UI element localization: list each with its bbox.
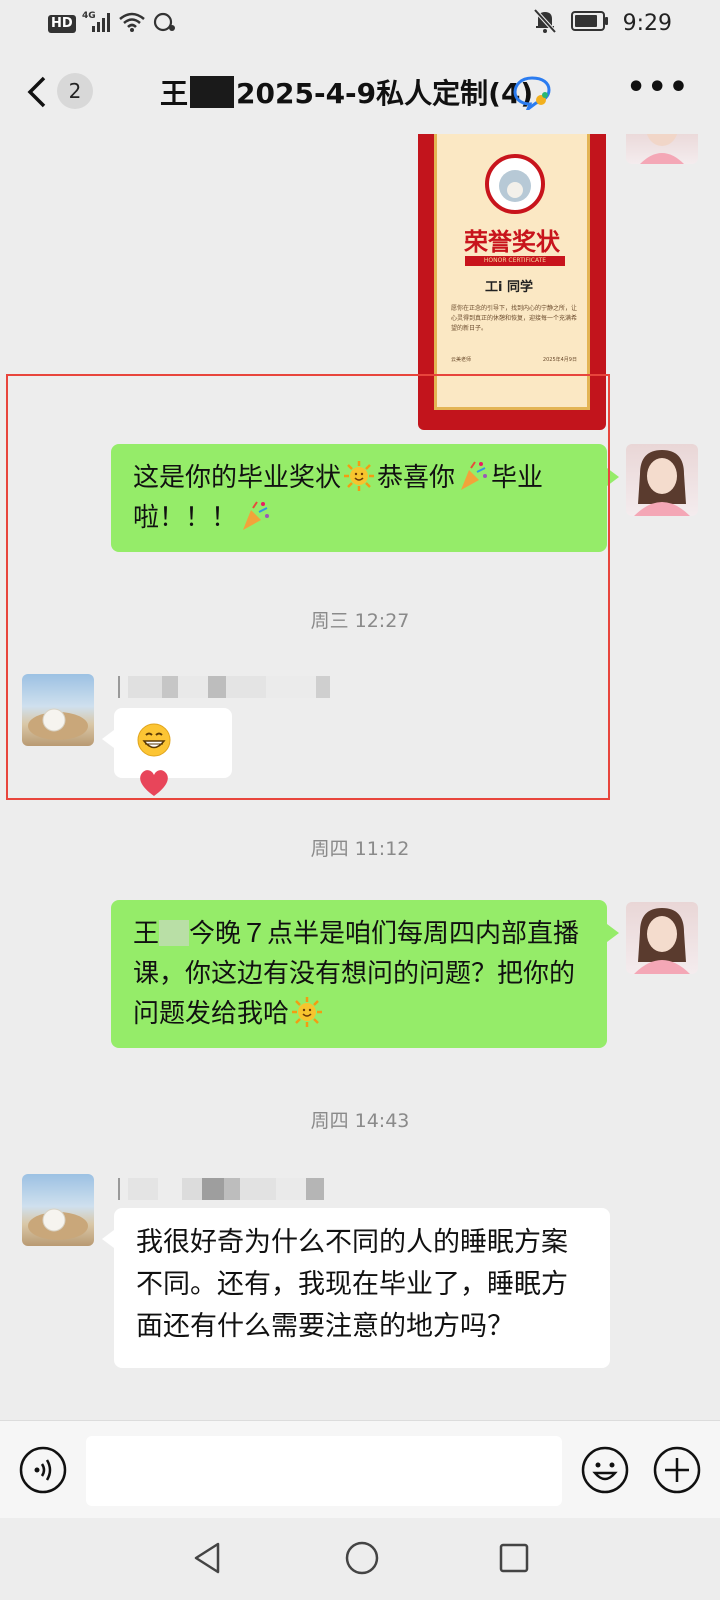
sender-name-redacted: [118, 1178, 324, 1200]
system-home-button[interactable]: [342, 1538, 382, 1578]
status-bar: HD 4G 9:29: [0, 0, 720, 48]
certificate-title: 荣誉奖状: [464, 228, 560, 256]
avatar[interactable]: [22, 1174, 94, 1246]
status-left: HD 4G: [48, 10, 178, 38]
chat-header: 2 王 2025-4-9私人定制(4) •••: [0, 48, 720, 134]
message-input[interactable]: [86, 1436, 562, 1506]
more-icon: •••: [626, 70, 690, 105]
certificate-sign: 云美老师 2025年4月9日: [451, 356, 577, 363]
redaction-bar: [190, 76, 235, 108]
message-text: 王: [133, 919, 160, 949]
certificate-subtitle: HONOR CERTIFICATE: [465, 256, 565, 266]
system-navigation-bar: [0, 1518, 720, 1600]
medal-icon: [485, 154, 545, 214]
chevron-left-icon: [27, 76, 46, 108]
mute-bell-icon: [533, 8, 557, 38]
avatar[interactable]: [626, 902, 698, 974]
certificate-signer: 云美老师: [451, 357, 472, 363]
redaction-blur: [159, 920, 190, 946]
input-bar: [0, 1420, 720, 1518]
system-recents-button[interactable]: [494, 1538, 534, 1578]
emoji-button[interactable]: [580, 1445, 630, 1495]
circle-home-icon: [345, 1541, 379, 1575]
timestamp: 周四 11:12: [310, 838, 410, 860]
unread-count-badge: 2: [57, 73, 93, 109]
more-actions-button[interactable]: [652, 1445, 702, 1495]
plus-icon: [653, 1446, 701, 1494]
enterprise-group-icon: [512, 74, 552, 114]
more-button[interactable]: •••: [626, 70, 690, 105]
hotspot-icon: [152, 11, 178, 37]
sun-emoji-icon: [291, 996, 323, 1028]
page-title: 王 2025-4-9私人定制(4): [160, 72, 533, 112]
chat-area[interactable]: 荣誉奖状 HONOR CERTIFICATE 工i 同学 愿你在正念的引导下，找…: [0, 134, 720, 1420]
wifi-icon: [118, 11, 146, 37]
system-back-button[interactable]: [188, 1538, 228, 1578]
clock: 9:29: [622, 10, 672, 36]
triangle-back-icon: [194, 1542, 220, 1574]
battery-icon: [570, 10, 609, 36]
message-bubble-sent[interactable]: 王今晚７点半是咱们每周四内部直播课，你这边有没有想问的问题？把你的问题发给我哈: [111, 900, 619, 1048]
signal-icon: 4G: [82, 10, 112, 38]
message-text: 我很好奇为什么不同的人的睡眠方案不同。还有，我现在毕业了，睡眠方面还有什么需要注…: [136, 1227, 568, 1342]
highlight-box: [6, 374, 610, 800]
voice-button[interactable]: [18, 1445, 68, 1495]
certificate-recipient: 工i 同学: [485, 280, 533, 295]
status-right: 9:29: [533, 8, 672, 38]
timestamp: 周四 14:43: [310, 1110, 410, 1132]
title-suffix: 2025-4-9私人定制(4): [236, 77, 534, 110]
svg-text:4G: 4G: [82, 11, 96, 21]
avatar[interactable]: [626, 444, 698, 516]
square-recents-icon: [499, 1543, 529, 1573]
emoji-icon: [581, 1446, 629, 1494]
certificate-date: 2025年4月9日: [542, 357, 577, 363]
message-bubble-received[interactable]: 我很好奇为什么不同的人的睡眠方案不同。还有，我现在毕业了，睡眠方面还有什么需要注…: [102, 1208, 610, 1368]
certificate-paper: 荣誉奖状 HONOR CERTIFICATE 工i 同学 愿你在正念的引导下，找…: [434, 134, 590, 410]
voice-icon: [19, 1446, 67, 1494]
back-button[interactable]: [22, 72, 56, 112]
certificate-body: 愿你在正念的引导下，找到内心的宁静之所，让心灵得到真正的休憩和恢复，迎接每一个充…: [451, 305, 578, 332]
message-text: 今晚７点半是咱们每周四内部直播课，你这边有没有想问的问题？把你的问题发给我哈: [133, 919, 580, 1029]
title-prefix: 王: [160, 77, 189, 110]
hd-badge: HD: [48, 15, 76, 33]
avatar[interactable]: [626, 134, 698, 164]
